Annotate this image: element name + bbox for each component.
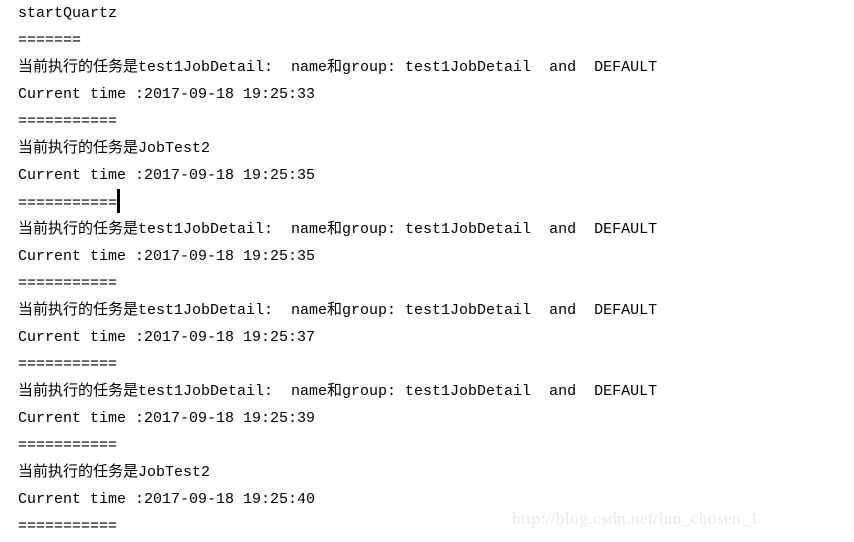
console-line: Current time :2017-09-18 19:25:37 <box>0 324 854 351</box>
console-line: startQuartz <box>0 0 854 27</box>
console-separator-line: ======= <box>0 27 854 54</box>
console-line: 当前执行的任务是JobTest2 <box>0 135 854 162</box>
console-output-pane[interactable]: startQuartz ======= 当前执行的任务是test1JobDetail… <box>0 0 854 542</box>
watermark-url: http://blog.csdn.net/luo_chosen_1 <box>512 509 759 528</box>
console-separator-line: =========== <box>0 351 854 378</box>
console-line-text: Current time :2017-09-18 19:25:37 <box>18 329 316 346</box>
console-line-text: =========== <box>18 113 118 130</box>
console-line-text: 当前执行的任务是JobTest2 <box>18 140 211 157</box>
console-line-text: =========== <box>18 437 118 454</box>
console-line: 当前执行的任务是test1JobDetail: name和group: test… <box>0 297 854 324</box>
console-separator-line: =========== <box>0 432 854 459</box>
console-line: 当前执行的任务是test1JobDetail: name和group: test… <box>0 216 854 243</box>
console-line-text: ======= <box>18 32 82 49</box>
console-line-text: 当前执行的任务是JobTest2 <box>18 464 211 481</box>
console-line-text: =========== <box>18 275 118 292</box>
console-line-text: 当前执行的任务是test1JobDetail: name和group: test… <box>18 383 658 400</box>
console-line-text: =========== <box>18 518 118 535</box>
console-line: Current time :2017-09-18 19:25:39 <box>0 405 854 432</box>
console-line-text: startQuartz <box>18 5 118 22</box>
console-separator-line: =========== <box>0 270 854 297</box>
console-line: 当前执行的任务是test1JobDetail: name和group: test… <box>0 54 854 81</box>
console-line-text: 当前执行的任务是test1JobDetail: name和group: test… <box>18 221 658 238</box>
console-line-text: Current time :2017-09-18 19:25:39 <box>18 410 316 427</box>
text-cursor-caret <box>117 189 121 213</box>
console-line: 当前执行的任务是test1JobDetail: name和group: test… <box>0 378 854 405</box>
console-line-text: =========== <box>18 356 118 373</box>
console-line: Current time :2017-09-18 19:25:35 <box>0 162 854 189</box>
console-line-text: Current time :2017-09-18 19:25:33 <box>18 86 316 103</box>
console-line: Current time :2017-09-18 19:25:33 <box>0 81 854 108</box>
console-line-text: 当前执行的任务是test1JobDetail: name和group: test… <box>18 302 658 319</box>
console-separator-line: =========== <box>0 189 854 216</box>
console-line: 当前执行的任务是JobTest2 <box>0 459 854 486</box>
console-line-text: =========== <box>18 195 118 212</box>
console-line-text: 当前执行的任务是test1JobDetail: name和group: test… <box>18 59 658 76</box>
console-line-text: Current time :2017-09-18 19:25:35 <box>18 248 316 265</box>
console-separator-line: =========== <box>0 108 854 135</box>
console-line-text: Current time :2017-09-18 19:25:40 <box>18 491 316 508</box>
console-line: Current time :2017-09-18 19:25:35 <box>0 243 854 270</box>
console-line-text: Current time :2017-09-18 19:25:35 <box>18 167 316 184</box>
